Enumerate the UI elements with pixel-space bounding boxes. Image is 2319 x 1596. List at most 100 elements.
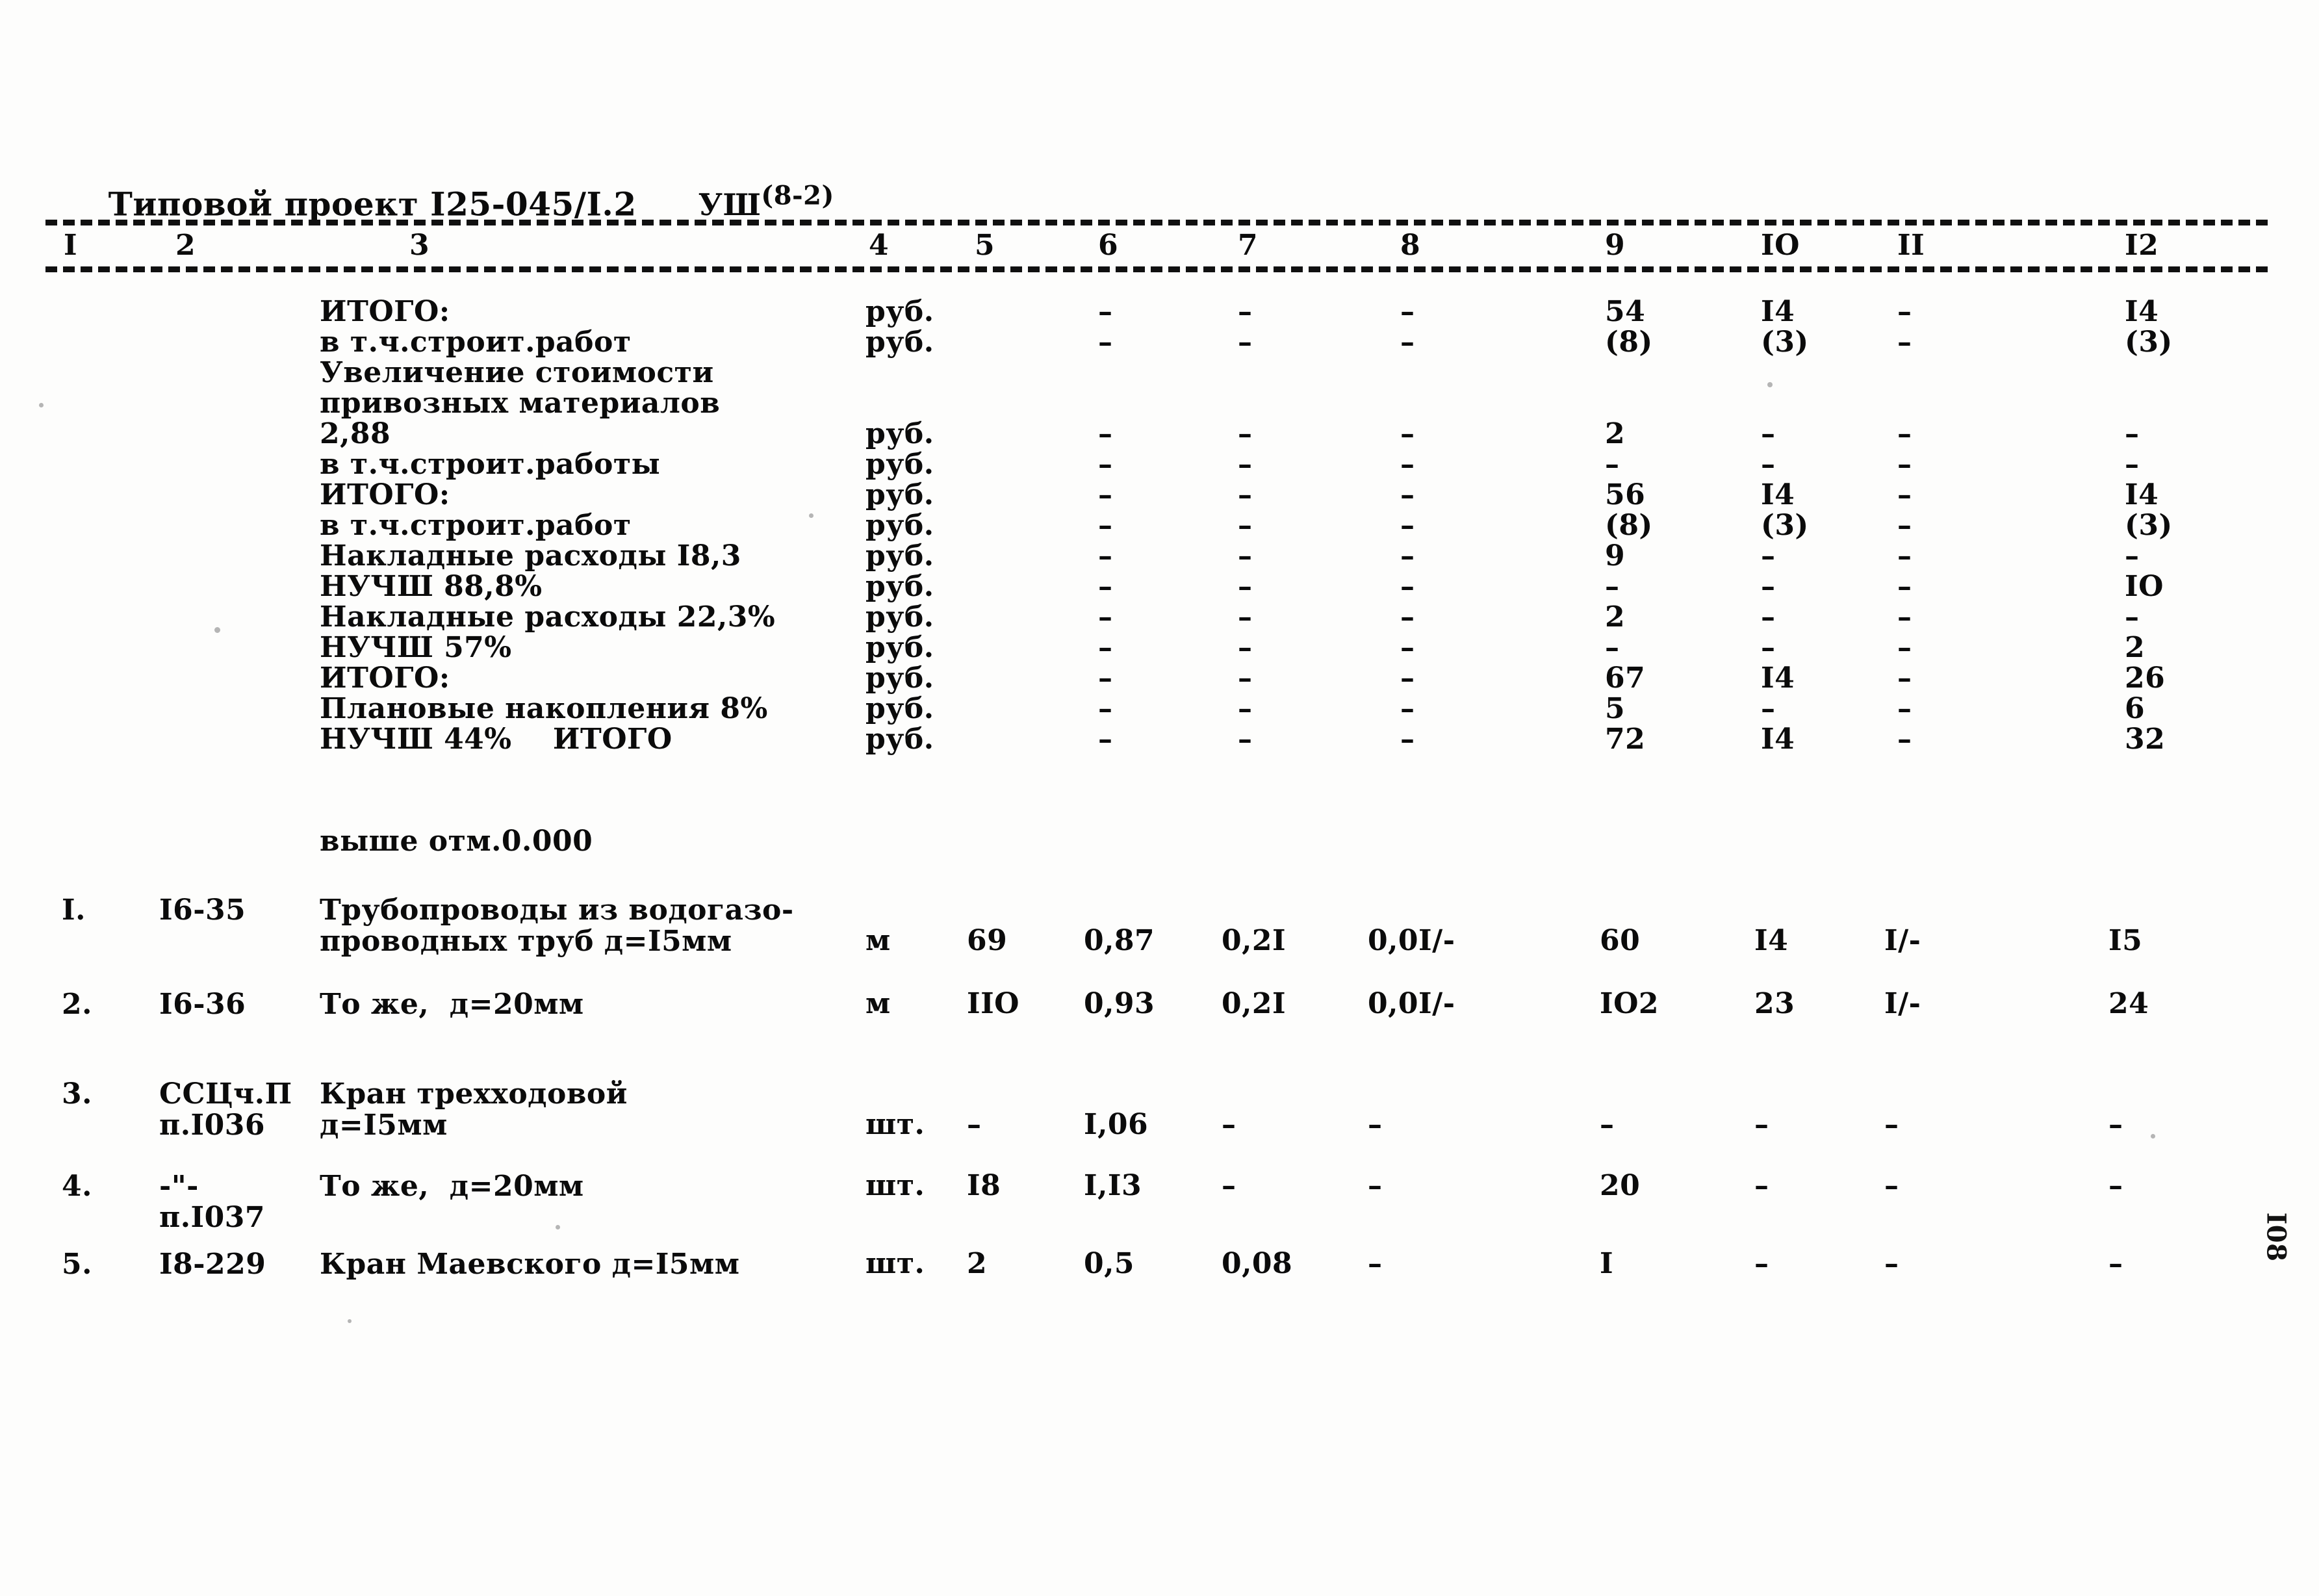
summary-row-label: Увеличение стоимости: [320, 356, 714, 389]
item-cell-c9: I: [1600, 1247, 1614, 1280]
summary-row-label: НУЧШ 57%: [320, 631, 512, 664]
summary-cell-c10: –: [1761, 417, 1776, 450]
sheet-code: УШ(8-2): [698, 181, 834, 222]
item-cell-c8: –: [1368, 1108, 1383, 1141]
scan-speck: [1767, 382, 1773, 387]
summary-row-unit: руб.: [865, 448, 934, 481]
item-cell-c6: I,I3: [1084, 1169, 1142, 1202]
page-folio: I08: [2261, 1212, 2292, 1262]
summary-cell-c7: –: [1238, 509, 1253, 542]
summary-cell-c10: I4: [1761, 295, 1795, 328]
item-row-description: То же, д=20мм: [320, 988, 584, 1021]
item-cell-c6: 0,87: [1084, 924, 1155, 957]
summary-row-unit: руб.: [865, 570, 934, 603]
summary-cell-c9: 9: [1605, 539, 1626, 573]
summary-cell-c9: 54: [1605, 295, 1646, 328]
summary-cell-c10: –: [1761, 448, 1776, 481]
summary-row-label: Накладные расходы I8,3: [320, 539, 741, 573]
item-cell-unit: шт.: [865, 1247, 925, 1280]
column-header-11: II: [1897, 229, 1925, 262]
summary-cell-c10: –: [1761, 570, 1776, 603]
column-header-2: 2: [175, 229, 196, 262]
item-row-number: 5.: [62, 1248, 92, 1281]
item-cell-c7: –: [1222, 1169, 1236, 1202]
item-cell-c8: 0,0I/-: [1368, 987, 1455, 1020]
item-row-number: 3.: [62, 1077, 92, 1111]
item-cell-c5: –: [967, 1108, 982, 1141]
summary-cell-c9: 56: [1605, 478, 1646, 511]
item-row-description-second-line: д=I5мм: [320, 1109, 448, 1142]
item-cell-c7: 0,08: [1222, 1247, 1293, 1280]
section-caption: выше отм.0.000: [320, 825, 593, 858]
summary-row-label: 2,88: [320, 417, 391, 450]
column-header-8: 8: [1400, 229, 1421, 262]
summary-cell-c10: –: [1761, 539, 1776, 573]
summary-cell-c7: –: [1238, 570, 1253, 603]
summary-cell-c11: –: [1897, 448, 1912, 481]
item-cell-c11: I/-: [1884, 924, 1921, 957]
item-row-description: Кран Маевского д=I5мм: [320, 1248, 740, 1281]
item-cell-unit: м: [865, 987, 891, 1020]
table-rule-top: [45, 220, 2268, 225]
summary-cell-c11: –: [1897, 662, 1912, 695]
item-cell-c12: –: [2108, 1108, 2123, 1141]
summary-cell-c9: –: [1605, 448, 1620, 481]
item-cell-c9: IO2: [1600, 987, 1659, 1020]
summary-row-unit: руб.: [865, 539, 934, 573]
summary-cell-c6: –: [1098, 326, 1113, 359]
summary-row-unit: руб.: [865, 417, 934, 450]
item-cell-c10: –: [1754, 1169, 1769, 1202]
summary-cell-c8: –: [1400, 448, 1415, 481]
item-cell-c5: IIO: [967, 987, 1019, 1020]
item-cell-unit: шт.: [865, 1108, 925, 1141]
column-header-5: 5: [975, 229, 995, 262]
summary-cell-c12: 26: [2125, 662, 2166, 695]
summary-row-label: ИТОГО:: [320, 478, 450, 511]
summary-cell-c6: –: [1098, 631, 1113, 664]
summary-cell-c12: 2: [2125, 631, 2146, 664]
summary-cell-c8: –: [1400, 600, 1415, 634]
summary-cell-c10: –: [1761, 600, 1776, 634]
item-cell-c7: 0,2I: [1222, 987, 1287, 1020]
summary-cell-c11: –: [1897, 631, 1912, 664]
summary-cell-c11: –: [1897, 723, 1912, 756]
scan-speck: [348, 1319, 352, 1323]
summary-cell-c11: –: [1897, 509, 1912, 542]
item-row-code: ССЦч.П: [159, 1077, 292, 1111]
summary-cell-c8: –: [1400, 692, 1415, 725]
summary-cell-c12: –: [2125, 539, 2140, 573]
summary-cell-c6: –: [1098, 723, 1113, 756]
summary-cell-c10: I4: [1761, 662, 1795, 695]
summary-cell-c8: –: [1400, 631, 1415, 664]
item-cell-c9: 60: [1600, 924, 1641, 957]
summary-cell-c6: –: [1098, 295, 1113, 328]
summary-cell-c9: (8): [1605, 509, 1653, 542]
item-cell-c10: I4: [1754, 924, 1789, 957]
table-rule-bottom: [45, 266, 2268, 272]
summary-cell-c12: –: [2125, 417, 2140, 450]
summary-cell-c12: (3): [2125, 509, 2173, 542]
summary-cell-c12: I4: [2125, 478, 2159, 511]
summary-row-unit: руб.: [865, 509, 934, 542]
summary-cell-c6: –: [1098, 600, 1113, 634]
summary-row-label: ИТОГО:: [320, 295, 450, 328]
item-cell-unit: шт.: [865, 1169, 925, 1202]
item-cell-c6: 0,93: [1084, 987, 1155, 1020]
item-cell-c10: –: [1754, 1247, 1769, 1280]
item-row-description: Трубопроводы из водогазо-: [320, 894, 794, 927]
summary-cell-c11: –: [1897, 539, 1912, 573]
item-cell-c6: 0,5: [1084, 1247, 1135, 1280]
summary-cell-c9: 72: [1605, 723, 1646, 756]
item-cell-c5: 69: [967, 924, 1008, 957]
summary-cell-c12: IO: [2125, 570, 2164, 603]
item-cell-c7: –: [1222, 1108, 1236, 1141]
summary-row-label: НУЧШ 88,8%: [320, 570, 543, 603]
item-row-description-second-line: проводных труб д=I5мм: [320, 925, 732, 958]
column-header-3: 3: [409, 229, 430, 262]
item-cell-c11: –: [1884, 1108, 1899, 1141]
summary-cell-c6: –: [1098, 448, 1113, 481]
column-header-6: 6: [1098, 229, 1119, 262]
item-cell-c8: 0,0I/-: [1368, 924, 1455, 957]
item-cell-c9: 20: [1600, 1169, 1641, 1202]
summary-cell-c7: –: [1238, 539, 1253, 573]
